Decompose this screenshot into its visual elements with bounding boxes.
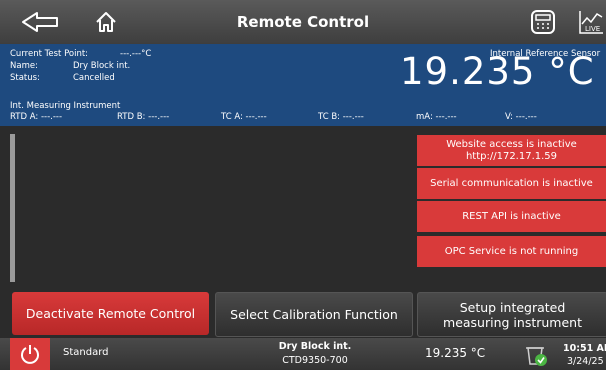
clock-time: 10:51 AM [563,343,606,354]
rtd-a-value: RTD A: ---.--- [10,112,63,122]
clock-date: 3/24/25 [567,356,604,367]
calculator-icon[interactable] [528,6,558,38]
select-calibration-button[interactable]: Select Calibration Function [215,292,413,337]
status-panel: Current Test Point: ---.---°C Name: Dry … [0,44,606,126]
status-value: Cancelled [73,73,115,83]
device-model: CTD9350-700 [282,355,348,366]
notice-website-line1: Website access is inactive [446,138,577,150]
mode-label: Standard [63,347,109,358]
v-value: V: ---.--- [505,112,537,122]
instrument-label: Int. Measuring Instrument [10,101,121,111]
tc-b-value: TC B: ---.--- [318,112,364,122]
page-title: Remote Control [236,13,370,31]
name-value: Dry Block int. [73,61,131,71]
top-bar: Remote Control LIVE [0,0,606,44]
reference-temperature: 19.235 °C [400,50,595,93]
ma-value: mA: ---.--- [416,112,457,122]
live-chart-icon[interactable]: LIVE [576,6,606,38]
power-icon[interactable] [10,338,50,370]
device-name: Dry Block int. [278,341,352,352]
name-label: Name: [10,61,38,71]
bottom-temperature: 19.235 °C [425,346,486,360]
status-label: Status: [10,73,40,83]
tc-a-value: TC A: ---.--- [221,112,267,122]
notice-serial-text: Serial communication is inactive [430,177,593,189]
rtd-b-value: RTD B: ---.--- [117,112,170,122]
live-label: LIVE [585,25,600,33]
notice-opc: OPC Service is not running [417,236,606,267]
tray-status-icon[interactable] [521,340,551,368]
notice-rest-api: REST API is inactive [417,201,606,232]
notice-opc-text: OPC Service is not running [444,245,579,257]
setup-instrument-label: Setup integrated measuring instrument [443,299,582,330]
notice-rest-api-text: REST API is inactive [462,210,561,222]
deactivate-remote-button[interactable]: Deactivate Remote Control [12,292,209,335]
test-point-label: Current Test Point: [10,49,89,59]
setup-instrument-button[interactable]: Setup integrated measuring instrument [417,292,606,337]
bottom-bar: Standard Dry Block int. CTD9350-700 19.2… [0,338,606,370]
scrollbar[interactable] [10,134,15,282]
notice-website-line2: http://172.17.1.59 [465,150,558,162]
test-point-value: ---.---°C [120,49,152,59]
notice-website: Website access is inactive http://172.17… [417,135,606,166]
notice-serial: Serial communication is inactive [417,168,606,199]
